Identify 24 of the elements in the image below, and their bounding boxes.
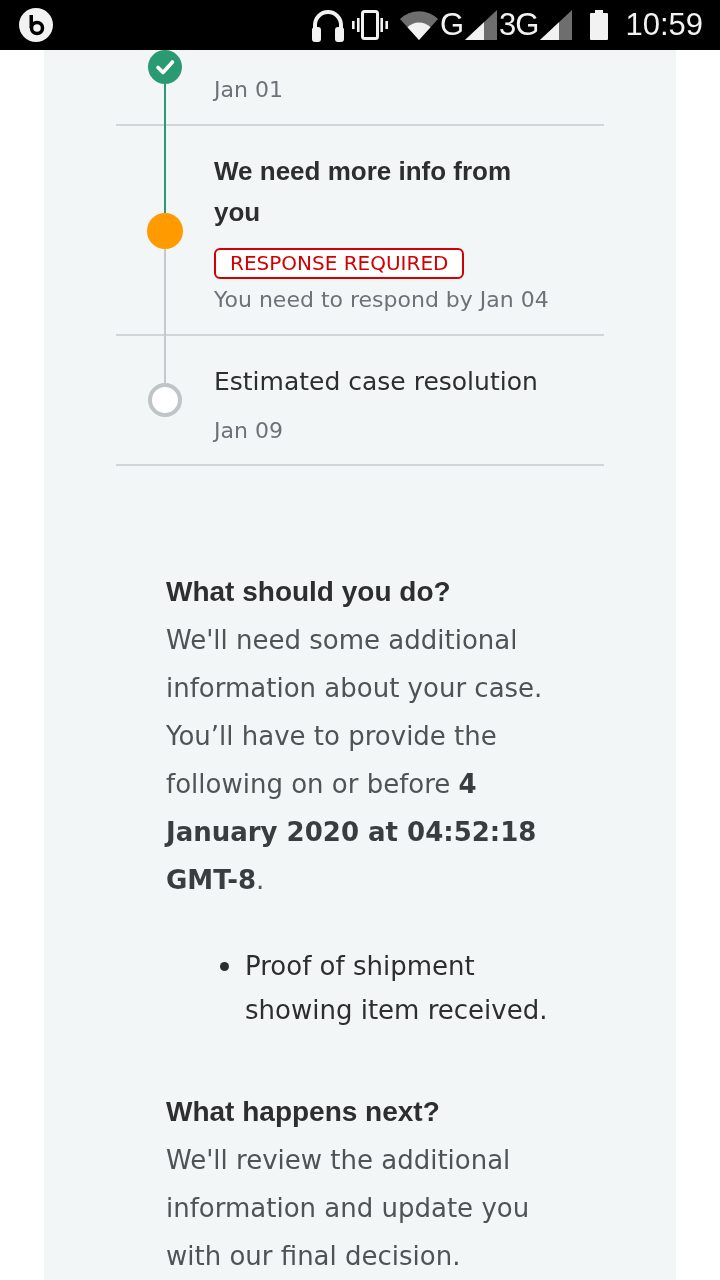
list-item-text: Proof of shipment showing item received.	[245, 950, 549, 1027]
battery-icon	[590, 10, 609, 40]
signal-icon	[465, 10, 498, 40]
wifi-icon	[399, 10, 438, 40]
vibrate-icon	[351, 10, 388, 40]
step-title: We need more info from you	[214, 155, 513, 229]
circle-logo-icon	[19, 8, 53, 42]
signal-icon	[540, 10, 573, 40]
section-paragraph: We'll review the additional information and update you with our final decision.	[166, 1144, 531, 1273]
response-required-badge: RESPONSE REQUIRED	[214, 248, 465, 279]
step-date: Jan 01	[214, 76, 283, 104]
clock-time: 10:59	[625, 7, 703, 43]
step-title: Estimated case resolution	[214, 366, 538, 398]
section-heading: What happens next?	[166, 1095, 441, 1129]
ring-icon	[148, 383, 182, 417]
headphones-icon	[309, 8, 346, 42]
step-date: You need to respond by Jan 04	[214, 286, 549, 314]
network-type-label: G	[439, 7, 464, 43]
bullet-icon	[220, 962, 229, 971]
status-dot-icon	[147, 213, 183, 249]
network-type-label: 3G	[499, 7, 539, 43]
section-heading: What should you do?	[166, 575, 452, 609]
section-paragraph: We'll need some additional information about your case. You’ll have to provide the following on or before 4 January 2020 at 04:52:18 GMT-8.	[166, 624, 544, 897]
step-date: Jan 09	[214, 417, 283, 445]
